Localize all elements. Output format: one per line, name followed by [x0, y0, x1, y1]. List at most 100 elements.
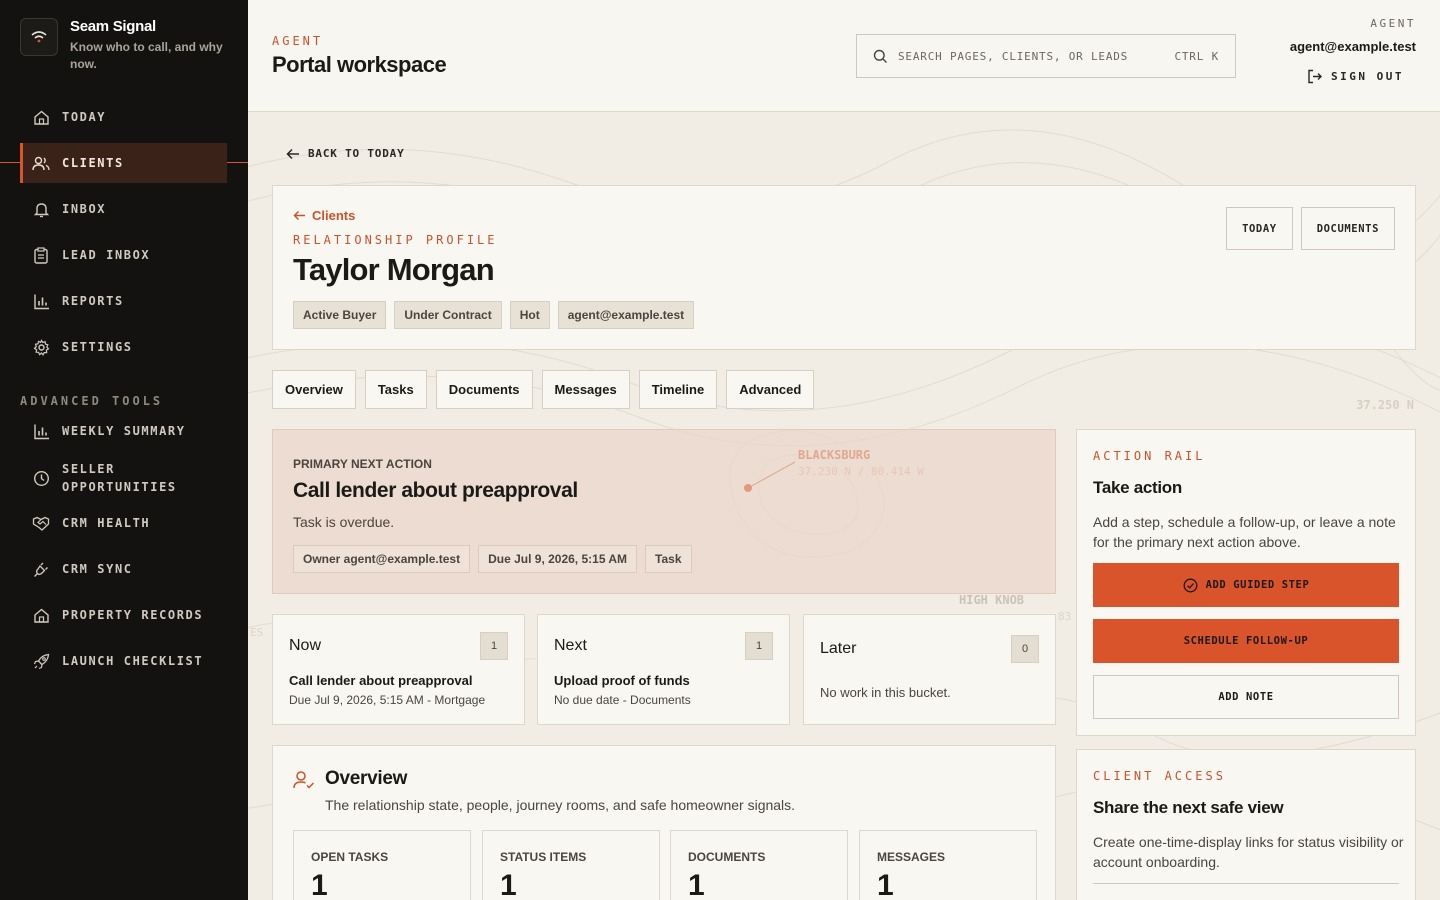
user-check-icon	[293, 770, 315, 795]
stat-messages[interactable]: MESSAGES 1	[859, 830, 1037, 900]
pna-tags: Owner agent@example.test Due Jul 9, 2026…	[293, 545, 692, 573]
stat-label: DOCUMENTS	[688, 850, 766, 864]
brand[interactable]: Seam Signal Know who to call, and why no…	[20, 18, 230, 73]
add-note-button[interactable]: ADD NOTE	[1093, 675, 1399, 719]
nav-label: CLIENTS	[62, 156, 124, 170]
pna-eyebrow: PRIMARY NEXT ACTION	[293, 457, 432, 471]
nav-item-launch-checklist[interactable]: LAUNCH CHECKLIST	[20, 641, 227, 681]
sidebar: Seam Signal Know who to call, and why no…	[0, 0, 248, 900]
client-name: Taylor Morgan	[293, 252, 495, 287]
nav-label: REPORTS	[62, 294, 124, 308]
tab-tasks[interactable]: Tasks	[364, 370, 427, 409]
nav-label: PROPERTY RECORDS	[62, 608, 204, 622]
sign-out-button[interactable]: SIGN OUT	[1307, 69, 1404, 84]
handshake-icon	[32, 514, 50, 532]
page-title: Portal workspace	[272, 52, 447, 77]
stat-value: 1	[877, 869, 894, 900]
bucket-heading: Later	[820, 640, 857, 657]
bucket-count: 1	[745, 632, 773, 660]
overview-title: Overview	[325, 768, 408, 789]
stat-value: 1	[500, 869, 517, 900]
bucket-task-meta: Due Jul 9, 2026, 5:15 AM - Mortgage	[289, 693, 486, 707]
tab-messages[interactable]: Messages	[541, 370, 630, 409]
stat-open-tasks[interactable]: OPEN TASKS 1	[293, 830, 471, 900]
brand-name: Seam Signal	[70, 18, 156, 35]
documents-button[interactable]: DOCUMENTS	[1300, 207, 1395, 250]
stat-status-items[interactable]: STATUS ITEMS 1	[482, 830, 660, 900]
check-circle-icon	[1183, 578, 1198, 593]
divider	[1093, 883, 1399, 884]
bucket-task-title[interactable]: Upload proof of funds	[554, 673, 690, 688]
bucket-count: 1	[480, 632, 508, 660]
owner-badge: agent@example.test	[557, 301, 695, 329]
bucket-next: Next 1 Upload proof of funds No due date…	[537, 614, 790, 725]
signal-logo-icon	[20, 18, 58, 56]
nav-item-crm-sync[interactable]: CRM SYNC	[20, 549, 227, 589]
nav-item-settings[interactable]: SETTINGS	[20, 327, 227, 367]
today-button[interactable]: TODAY	[1226, 207, 1293, 250]
nav-item-today[interactable]: TODAY	[20, 97, 227, 137]
nav-label: SELLER	[62, 462, 115, 476]
tab-timeline[interactable]: Timeline	[638, 370, 718, 409]
rail-eyebrow: ACTION RAIL	[1093, 449, 1206, 463]
arrow-left-icon	[293, 210, 306, 221]
rail-description: Add a step, schedule a follow-up, or lea…	[1093, 514, 1396, 550]
rail-title: Take action	[1093, 478, 1182, 497]
access-eyebrow: CLIENT ACCESS	[1093, 769, 1226, 783]
nav-label: OPPORTUNITIES	[62, 480, 177, 494]
map-place-label: BLACKSBURG	[798, 448, 871, 462]
map-coordinate-label: 37.250 N	[1356, 398, 1414, 412]
overview-section: Overview The relationship state, people,…	[272, 745, 1056, 900]
top-header: AGENT Portal workspace SEARCH PAGES, CLI…	[248, 0, 1440, 112]
nav-item-weekly-summary[interactable]: WEEKLY SUMMARY	[20, 411, 227, 451]
stat-value: 1	[311, 869, 328, 900]
bucket-task-title[interactable]: Call lender about preapproval	[289, 673, 473, 688]
map-coordinate-label: 83	[1058, 610, 1072, 623]
type-badge: Task	[645, 545, 692, 573]
tab-advanced[interactable]: Advanced	[726, 370, 815, 409]
owner-badge: Owner agent@example.test	[293, 545, 471, 573]
home-icon	[32, 108, 50, 126]
nav-label: CRM HEALTH	[62, 516, 151, 530]
nav-item-property-records[interactable]: PROPERTY RECORDS	[20, 595, 227, 635]
main-content: BACK TO TODAY Clients RELATIONSHIP PROFI…	[248, 112, 1440, 900]
back-to-today-link[interactable]: BACK TO TODAY	[286, 147, 405, 160]
stat-label: OPEN TASKS	[311, 850, 389, 864]
search-input[interactable]: SEARCH PAGES, CLIENTS, OR LEADS CTRL K	[856, 34, 1236, 78]
nav-item-lead-inbox[interactable]: LEAD INBOX	[20, 235, 227, 275]
bucket-empty-text: No work in this bucket.	[820, 685, 951, 700]
nav-item-reports[interactable]: REPORTS	[20, 281, 227, 321]
search-placeholder: SEARCH PAGES, CLIENTS, OR LEADS	[898, 49, 1129, 63]
profile-eyebrow: RELATIONSHIP PROFILE	[293, 233, 498, 247]
clipboard-icon	[32, 246, 50, 264]
profile-tags: Active Buyer Under Contract Hot agent@ex…	[293, 301, 695, 329]
nav-item-crm-health[interactable]: CRM HEALTH	[20, 503, 227, 543]
tab-documents[interactable]: Documents	[435, 370, 533, 409]
back-label: BACK TO TODAY	[308, 147, 405, 160]
status-badge: Active Buyer	[293, 301, 387, 329]
profile-actions: TODAY DOCUMENTS	[1226, 207, 1395, 250]
nav-item-clients[interactable]: CLIENTS	[20, 143, 227, 183]
gear-icon	[32, 338, 50, 356]
bucket-heading: Next	[554, 637, 587, 654]
access-title: Share the next safe view	[1093, 798, 1284, 817]
tab-overview[interactable]: Overview	[272, 370, 356, 409]
add-guided-step-button[interactable]: ADD GUIDED STEP	[1093, 563, 1399, 607]
button-label: ADD GUIDED STEP	[1205, 579, 1310, 591]
map-coordinate-label: ES	[250, 626, 264, 639]
bar-chart-icon	[32, 422, 50, 440]
clients-breadcrumb[interactable]: Clients	[293, 208, 355, 223]
nav-item-inbox[interactable]: INBOX	[20, 189, 227, 229]
search-icon	[873, 49, 888, 64]
stat-documents[interactable]: DOCUMENTS 1	[670, 830, 848, 900]
nav-item-seller-opportunities[interactable]: SELLER OPPORTUNITIES	[20, 454, 227, 502]
due-badge: Due Jul 9, 2026, 5:15 AM	[478, 545, 638, 573]
status-badge: Under Contract	[394, 301, 502, 329]
schedule-follow-up-button[interactable]: SCHEDULE FOLLOW-UP	[1093, 619, 1399, 663]
action-rail: ACTION RAIL Take action Add a step, sche…	[1076, 429, 1416, 736]
pna-title: Call lender about preapproval	[293, 479, 578, 502]
rocket-icon	[32, 652, 50, 670]
map-coordinate-label: 37.230 N / 80.414 W	[798, 465, 924, 478]
header-eyebrow: AGENT	[272, 34, 324, 48]
bar-chart-icon	[32, 292, 50, 310]
